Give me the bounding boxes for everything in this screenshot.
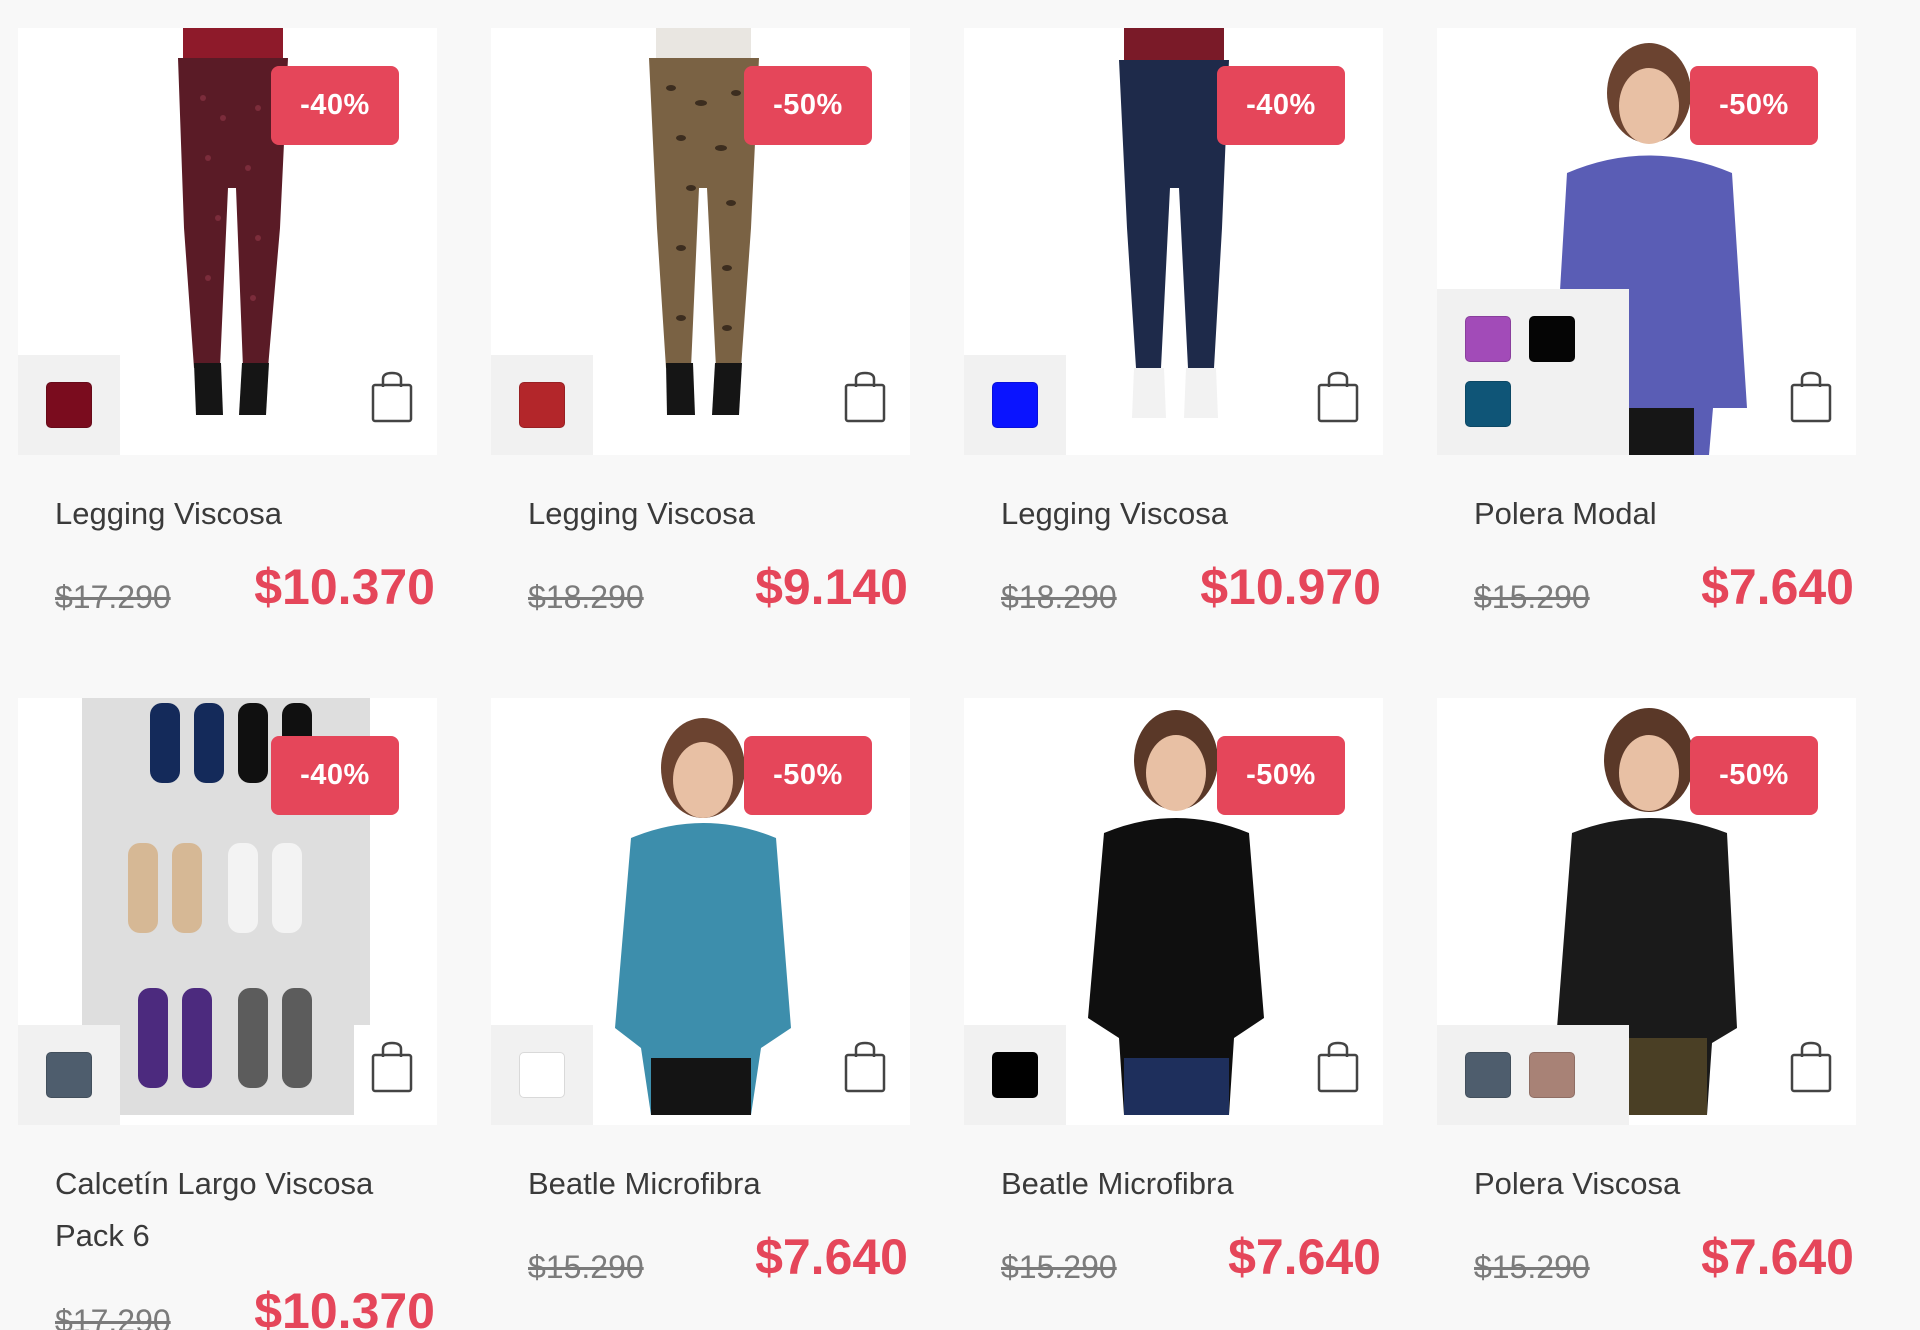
shopping-bag-icon[interactable] [371, 371, 413, 423]
product-card[interactable]: -50% Legging Viscosa $18.290 $9.140 [491, 28, 910, 615]
color-swatch[interactable] [992, 1052, 1038, 1098]
shopping-bag-icon[interactable] [1317, 371, 1359, 423]
sale-price: $7.640 [1701, 1229, 1854, 1285]
color-swatches [18, 1025, 120, 1125]
color-swatches [18, 355, 120, 455]
product-name[interactable]: Beatle Microfibra [528, 1158, 908, 1210]
product-card[interactable]: -50% Beatle Microfibra $15.290 $7.640 [491, 698, 910, 1285]
product-image-box[interactable]: -50% [1437, 28, 1856, 455]
product-card[interactable]: -40% Legging Viscosa $17.290 $10.370 [18, 28, 437, 615]
product-image-box[interactable]: -40% [18, 698, 437, 1125]
color-swatches [964, 1025, 1066, 1125]
product-name[interactable]: Legging Viscosa [1001, 488, 1381, 540]
color-swatch[interactable] [1529, 316, 1575, 362]
shopping-bag-icon[interactable] [844, 371, 886, 423]
shopping-bag-icon[interactable] [1317, 1041, 1359, 1093]
product-name[interactable]: Polera Viscosa [1474, 1158, 1854, 1210]
sale-price: $9.140 [755, 559, 908, 615]
product-image-box[interactable]: -50% [964, 698, 1383, 1125]
original-price: $15.290 [1001, 1249, 1117, 1285]
color-swatch[interactable] [519, 1052, 565, 1098]
shopping-bag-icon[interactable] [1790, 371, 1832, 423]
color-swatches [1437, 1025, 1629, 1125]
product-name[interactable]: Polera Modal [1474, 488, 1854, 540]
sale-price: $10.970 [1200, 559, 1381, 615]
shopping-bag-icon[interactable] [844, 1041, 886, 1093]
color-swatches [1437, 289, 1629, 455]
product-image-box[interactable]: -50% [491, 698, 910, 1125]
product-image-box[interactable]: -40% [964, 28, 1383, 455]
color-swatch[interactable] [1465, 316, 1511, 362]
product-name[interactable]: Calcetín Largo Viscosa Pack 6 [55, 1158, 435, 1262]
shopping-bag-icon[interactable] [1790, 1041, 1832, 1093]
product-prices: $18.290 $9.140 [528, 552, 908, 622]
color-swatches [491, 1025, 593, 1125]
product-prices: $15.290 $7.640 [1474, 552, 1854, 622]
discount-badge: -40% [271, 66, 399, 145]
sale-price: $7.640 [1701, 559, 1854, 615]
color-swatch[interactable] [992, 382, 1038, 428]
color-swatches [491, 355, 593, 455]
color-swatch[interactable] [519, 382, 565, 428]
product-image-box[interactable]: -50% [1437, 698, 1856, 1125]
discount-badge: -50% [744, 736, 872, 815]
original-price: $15.290 [528, 1249, 644, 1285]
product-name[interactable]: Beatle Microfibra [1001, 1158, 1381, 1210]
sale-price: $10.370 [254, 559, 435, 615]
discount-badge: -50% [1690, 736, 1818, 815]
sale-price: $10.370 [254, 1283, 435, 1330]
shopping-bag-icon[interactable] [371, 1041, 413, 1093]
product-prices: $18.290 $10.970 [1001, 552, 1381, 622]
color-swatch[interactable] [1465, 381, 1511, 427]
color-swatch[interactable] [46, 1052, 92, 1098]
sale-price: $7.640 [755, 1229, 908, 1285]
color-swatches [964, 355, 1066, 455]
original-price: $17.290 [55, 579, 171, 615]
product-card[interactable]: -40% Legging Viscosa $18.290 $10.970 [964, 28, 1383, 615]
discount-badge: -50% [744, 66, 872, 145]
color-swatch[interactable] [1465, 1052, 1511, 1098]
discount-badge: -50% [1217, 736, 1345, 815]
color-swatch[interactable] [46, 382, 92, 428]
original-price: $18.290 [528, 579, 644, 615]
product-grid: -40% Legging Viscosa $17.290 $10.370 -50… [0, 0, 1920, 1330]
discount-badge: -40% [271, 736, 399, 815]
product-card[interactable]: -50% Beatle Microfibra $15.290 $7.640 [964, 698, 1383, 1285]
product-prices: $15.290 $7.640 [1001, 1222, 1381, 1292]
product-name[interactable]: Legging Viscosa [55, 488, 435, 540]
product-image-box[interactable]: -40% [18, 28, 437, 455]
product-prices: $17.290 $10.370 [55, 1276, 435, 1330]
discount-badge: -50% [1690, 66, 1818, 145]
product-prices: $15.290 $7.640 [528, 1222, 908, 1292]
discount-badge: -40% [1217, 66, 1345, 145]
product-card[interactable]: -50% Polera Viscosa $15.290 $7.640 [1437, 698, 1856, 1285]
product-prices: $15.290 $7.640 [1474, 1222, 1854, 1292]
color-swatch[interactable] [1529, 1052, 1575, 1098]
product-card[interactable]: -40% Calcetín Largo Viscosa Pack 6 $17.2… [18, 698, 437, 1330]
original-price: $18.290 [1001, 579, 1117, 615]
sale-price: $7.640 [1228, 1229, 1381, 1285]
product-image-box[interactable]: -50% [491, 28, 910, 455]
product-card[interactable]: -50% Polera Modal $15.290 $7.640 [1437, 28, 1856, 615]
product-prices: $17.290 $10.370 [55, 552, 435, 622]
original-price: $15.290 [1474, 1249, 1590, 1285]
product-name[interactable]: Legging Viscosa [528, 488, 908, 540]
original-price: $15.290 [1474, 579, 1590, 615]
original-price: $17.290 [55, 1303, 171, 1330]
